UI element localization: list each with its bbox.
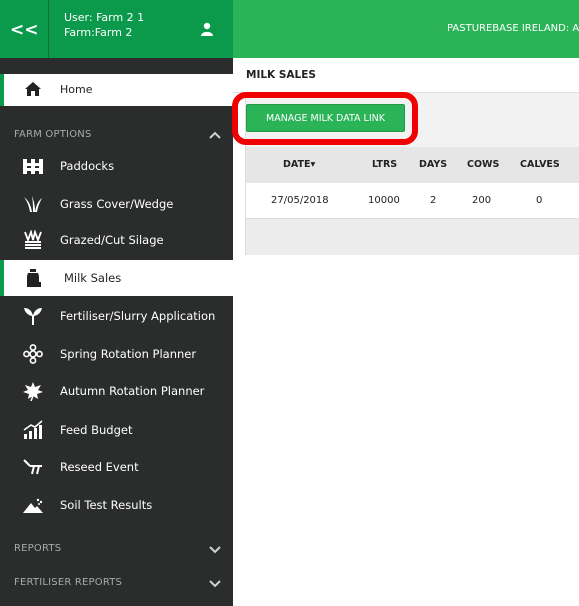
sidebar-item-spring-rotation[interactable]: Spring Rotation Planner (0, 336, 233, 372)
silage-icon (24, 230, 42, 249)
sidebar-item-soil-test[interactable]: Soil Test Results (0, 487, 233, 523)
top-bar: PASTUREBASE IRELAND: A (233, 0, 579, 58)
app-title: PASTUREBASE IRELAND: A (447, 23, 579, 34)
column-label: DATE (283, 159, 311, 170)
sidebar-item-label: Home (60, 83, 93, 96)
table-row[interactable]: 27/05/2018 10000 2 200 0 (246, 183, 579, 219)
sidebar: << User: Farm 2 1 Farm:Farm 2 Home FARM … (0, 0, 233, 606)
cell-cows: 200 (472, 195, 492, 206)
column-header-days[interactable]: DAYS (419, 159, 447, 170)
sidebar-item-label: Milk Sales (64, 271, 122, 285)
column-header-ltrs[interactable]: LTRS (372, 159, 397, 170)
section-reports[interactable]: REPORTS (0, 539, 233, 561)
sidebar-item-milk-sales[interactable]: Milk Sales (0, 260, 233, 296)
sidebar-item-grass-cover[interactable]: Grass Cover/Wedge (0, 186, 233, 222)
sidebar-item-reseed-event[interactable]: Reseed Event (0, 449, 233, 485)
section-label: FERTILISER REPORTS (14, 577, 123, 588)
user-info: User: Farm 2 1 Farm:Farm 2 (64, 10, 144, 40)
sidebar-item-label: Grazed/Cut Silage (60, 233, 164, 247)
sidebar-item-autumn-rotation[interactable]: Autumn Rotation Planner (0, 373, 233, 409)
table-footer (246, 219, 579, 255)
sidebar-item-fertiliser-slurry[interactable]: Fertiliser/Slurry Application (0, 298, 233, 334)
cell-calves: 0 (536, 195, 543, 206)
sidebar-item-label: Autumn Rotation Planner (60, 384, 205, 398)
chevron-up-icon (209, 131, 221, 139)
section-fertiliser-reports[interactable]: FERTILISER REPORTS (0, 573, 233, 595)
sidebar-user-panel: << User: Farm 2 1 Farm:Farm 2 (0, 0, 233, 58)
sidebar-item-home[interactable]: Home (0, 74, 233, 106)
sidebar-item-label: Grass Cover/Wedge (60, 197, 174, 211)
milk-can-icon (27, 269, 41, 287)
app-root: << User: Farm 2 1 Farm:Farm 2 Home FARM … (0, 0, 579, 606)
chevron-down-icon (209, 546, 221, 554)
sidebar-item-label: Feed Budget (60, 423, 133, 437)
sprout-icon (24, 308, 42, 325)
sidebar-item-label: Paddocks (60, 159, 115, 173)
section-label: REPORTS (14, 543, 62, 554)
cell-ltrs: 10000 (368, 195, 400, 206)
divider (48, 0, 49, 58)
sort-desc-icon: ▾ (310, 159, 316, 170)
sidebar-item-label: Soil Test Results (60, 498, 153, 512)
section-label: FARM OPTIONS (14, 129, 92, 140)
soil-icon (23, 498, 43, 513)
user-name: User: Farm 2 1 (64, 11, 145, 24)
cell-date: 27/05/2018 (271, 195, 329, 206)
paddocks-icon (23, 159, 43, 174)
collapse-sidebar-button[interactable]: << (10, 20, 39, 40)
home-icon (25, 82, 41, 96)
column-header-date[interactable]: DATE▾ (283, 159, 315, 170)
sidebar-item-label: Reseed Event (60, 460, 139, 474)
user-icon[interactable] (200, 22, 214, 36)
page-header: MILK SALES (233, 58, 579, 93)
column-header-cows[interactable]: COWS (467, 159, 499, 170)
sidebar-item-label: Spring Rotation Planner (60, 347, 197, 361)
section-farm-options[interactable]: FARM OPTIONS (0, 125, 233, 147)
flower-icon (23, 344, 43, 364)
sidebar-item-grazed-cut-silage[interactable]: Grazed/Cut Silage (0, 222, 233, 258)
plough-icon (23, 459, 42, 475)
column-header-calves[interactable]: CALVES (520, 159, 560, 170)
cell-days: 2 (430, 195, 437, 206)
grass-icon (24, 196, 42, 212)
table-header: DATE▾ LTRS DAYS COWS CALVES (246, 147, 579, 183)
sidebar-item-feed-budget[interactable]: Feed Budget (0, 412, 233, 448)
sidebar-item-label: Fertiliser/Slurry Application (60, 309, 216, 323)
chevron-down-icon (209, 580, 221, 588)
leaf-icon (23, 382, 43, 401)
page-title: MILK SALES (246, 69, 316, 81)
manage-milk-data-link-button[interactable]: MANAGE MILK DATA LINK (246, 104, 405, 132)
chart-icon (23, 420, 43, 439)
sidebar-item-paddocks[interactable]: Paddocks (0, 148, 233, 184)
farm-name: Farm:Farm 2 (64, 26, 133, 39)
